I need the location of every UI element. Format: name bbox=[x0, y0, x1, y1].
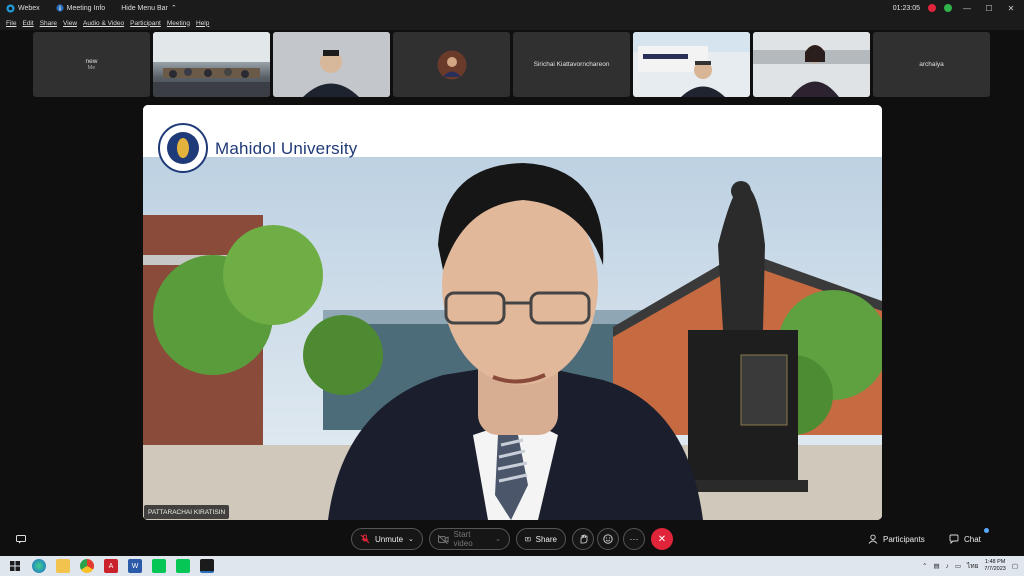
active-speaker-video[interactable]: Mahidol University bbox=[143, 105, 882, 520]
meeting-controls-bar: Unmute ⌄ Start video ⌄ Share ··· ✕ Parti… bbox=[0, 525, 1024, 553]
participants-button[interactable]: Participants bbox=[868, 528, 925, 550]
captions-button[interactable] bbox=[10, 528, 32, 550]
captions-icon bbox=[16, 535, 26, 544]
more-options-button[interactable]: ··· bbox=[623, 528, 645, 550]
minimize-button[interactable]: — bbox=[960, 4, 974, 13]
university-logo-text: Mahidol University bbox=[215, 139, 358, 158]
windows-start-icon[interactable] bbox=[8, 559, 22, 573]
avatar-photo bbox=[437, 50, 466, 79]
edge-browser-icon[interactable] bbox=[32, 559, 46, 573]
app-name: Webex bbox=[18, 4, 40, 12]
chevron-up-icon: ⌃ bbox=[170, 5, 177, 12]
recording-indicator-icon bbox=[928, 4, 936, 12]
raise-hand-button[interactable] bbox=[572, 528, 594, 550]
menu-view[interactable]: View bbox=[63, 20, 77, 27]
volume-icon[interactable]: ♪ bbox=[946, 563, 949, 570]
share-screen-icon bbox=[525, 536, 531, 541]
maximize-button[interactable]: ☐ bbox=[982, 4, 996, 13]
speaker-video-scene bbox=[143, 105, 882, 520]
info-icon bbox=[56, 4, 64, 12]
chat-icon bbox=[949, 534, 959, 544]
participant-tile-room[interactable] bbox=[153, 32, 270, 97]
share-button[interactable]: Share bbox=[516, 528, 566, 550]
taskbar-clock[interactable]: 1:48 PM 7/7/2023 bbox=[984, 559, 1005, 573]
chevron-down-icon[interactable]: ⌄ bbox=[495, 535, 501, 543]
notifications-icon[interactable]: ▢ bbox=[1012, 562, 1018, 570]
participant-tile-self[interactable]: new Me bbox=[33, 32, 150, 97]
participant-video bbox=[273, 32, 390, 97]
word-icon[interactable]: W bbox=[128, 559, 142, 573]
input-language[interactable]: ไทย bbox=[967, 561, 978, 571]
windows-taskbar: A W ⌃ ▤ ♪ ▭ ไทย 1:48 PM 7/7/2023 ▢ bbox=[0, 556, 1024, 576]
participant-tile-video-6[interactable] bbox=[633, 32, 750, 97]
menu-audio-video[interactable]: Audio & Video bbox=[83, 20, 124, 27]
menu-help[interactable]: Help bbox=[196, 20, 209, 27]
meeting-timer: 01:23:05 bbox=[892, 4, 920, 12]
participant-video bbox=[633, 32, 750, 97]
participant-tile-video-2[interactable] bbox=[273, 32, 390, 97]
hide-menu-bar-button[interactable]: Hide Menu Bar ⌃ bbox=[121, 4, 177, 13]
close-button[interactable]: ✕ bbox=[1004, 4, 1018, 13]
end-meeting-button[interactable]: ✕ bbox=[651, 528, 673, 550]
menu-participant[interactable]: Participant bbox=[130, 20, 161, 27]
meeting-info-button[interactable]: Meeting Info bbox=[56, 4, 105, 12]
menu-bar: File Edit Share View Audio & Video Parti… bbox=[0, 16, 1024, 30]
video-off-icon bbox=[438, 534, 449, 544]
chrome-icon[interactable] bbox=[80, 559, 94, 573]
muted-microphone-icon bbox=[360, 534, 370, 544]
webex-taskbar-icon[interactable] bbox=[200, 559, 214, 573]
participants-icon bbox=[868, 534, 878, 544]
speaker-nameplate: PATTARACHAI KIRATISIN bbox=[144, 505, 230, 519]
line-app-icon[interactable] bbox=[152, 559, 166, 573]
unmute-button[interactable]: Unmute ⌄ bbox=[351, 528, 423, 550]
battery-icon[interactable]: ▭ bbox=[955, 562, 961, 570]
app-title: Webex bbox=[6, 3, 40, 13]
pdf-reader-icon[interactable]: A bbox=[104, 559, 118, 573]
chat-button[interactable]: Chat bbox=[949, 527, 991, 550]
participant-strip: new Me Sirichai Kiattavornchareon archai… bbox=[33, 32, 990, 98]
security-shield-icon bbox=[944, 4, 952, 12]
menu-meeting[interactable]: Meeting bbox=[167, 20, 190, 27]
participant-tile-video-7[interactable] bbox=[753, 32, 870, 97]
menu-share[interactable]: Share bbox=[40, 20, 57, 27]
reactions-button[interactable] bbox=[597, 528, 619, 550]
window-title-bar: Webex Meeting Info Hide Menu Bar ⌃ 01:23… bbox=[0, 0, 1024, 16]
hand-icon bbox=[580, 534, 587, 544]
file-explorer-icon[interactable] bbox=[56, 559, 70, 573]
network-icon[interactable]: ▤ bbox=[933, 562, 939, 570]
chevron-down-icon[interactable]: ⌄ bbox=[408, 535, 414, 543]
participant-tile-avatar[interactable] bbox=[393, 32, 510, 97]
menu-edit[interactable]: Edit bbox=[22, 20, 33, 27]
webex-logo-icon bbox=[6, 3, 15, 13]
participant-tile-named[interactable]: Sirichai Kiattavornchareon bbox=[513, 32, 630, 97]
chat-notification-dot bbox=[983, 527, 989, 533]
line-app-icon-2[interactable] bbox=[176, 559, 190, 573]
participant-video bbox=[753, 32, 870, 97]
system-tray: ⌃ ▤ ♪ ▭ ไทย 1:48 PM 7/7/2023 ▢ bbox=[922, 556, 1018, 576]
meeting-room-video bbox=[153, 32, 270, 97]
menu-file[interactable]: File bbox=[6, 20, 16, 27]
start-video-button[interactable]: Start video ⌄ bbox=[429, 528, 510, 550]
participant-tile-named-2[interactable]: archaiya bbox=[873, 32, 990, 97]
chevron-up-icon[interactable]: ⌃ bbox=[922, 562, 927, 570]
smiley-icon bbox=[603, 534, 613, 544]
